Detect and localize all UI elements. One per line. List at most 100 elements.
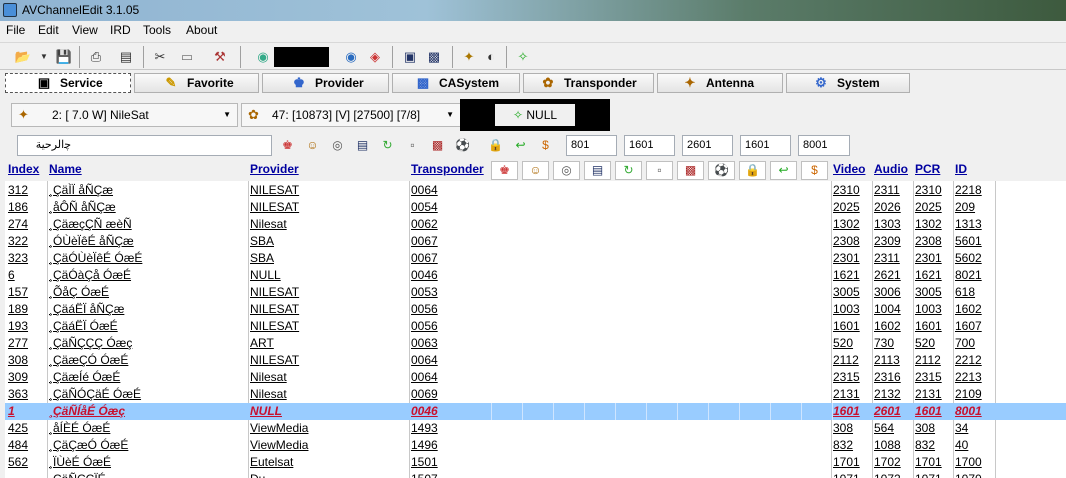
table-row[interactable]: 562 ¸ÏÙèÉ ÓæÉ Eutelsat 1501 1701 1702 1701 170… xyxy=(5,454,1066,471)
table-row[interactable]: 277 ¸ÇäÑÇÇÇ Óæç ART 0063 520 730 520 700 xyxy=(5,335,1066,352)
menu-tools[interactable]: Tools xyxy=(143,23,171,37)
ball-icon[interactable]: ⚽ xyxy=(708,161,735,180)
audio-pid-input[interactable]: 1601 xyxy=(624,135,675,156)
screen-icon[interactable]: ▩ xyxy=(425,48,443,66)
col-name[interactable]: Name xyxy=(49,162,82,176)
print-icon[interactable]: ⎙ xyxy=(87,48,105,66)
cd-icon[interactable]: ◎ xyxy=(553,161,580,180)
menu-edit[interactable]: Edit xyxy=(38,23,59,37)
internet-icon[interactable]: ◉ xyxy=(342,48,360,66)
name-filter-input[interactable]: ﭼﺍﻟﺮﺣﻴﺔ ﺳﻮ ﺭ xyxy=(17,135,272,170)
print-setup-icon[interactable]: ▤ xyxy=(117,48,135,66)
refresh-icon[interactable]: ↻ xyxy=(379,137,396,154)
money-icon[interactable]: $ xyxy=(537,137,554,154)
chevron-down-icon: ▼ xyxy=(223,110,231,119)
table-row[interactable]: 323 ¸ÇäÓÙèÏêÉ ÓæÉ SBA 0067 2301 2311 2301 5602 xyxy=(5,250,1066,267)
table-row[interactable]: 425 ¸åÍÈÉ ÓæÉ ViewMedia 1493 308 564 308 34 xyxy=(5,420,1066,437)
save-icon[interactable]: 💾 xyxy=(55,48,73,66)
globe-icon[interactable]: ◉ xyxy=(254,48,272,66)
row-id: 2213 xyxy=(955,370,982,384)
lock-icon[interactable]: 🔒 xyxy=(739,161,766,180)
group-icon[interactable]: ♚ xyxy=(491,161,518,180)
row-provider: SBA xyxy=(250,234,275,248)
tab-antenna[interactable]: ✦ Antenna xyxy=(657,73,783,93)
col-audio[interactable]: Audio xyxy=(874,162,908,176)
monitor-icon[interactable]: ▣ xyxy=(401,48,419,66)
table-row[interactable]: 274 ¸ÇäæçÇÑ æèÑ Nilesat 0062 1302 1303 1302 13… xyxy=(5,216,1066,233)
pid4-input[interactable]: 1601 xyxy=(740,135,791,156)
satellite-select[interactable]: ✦ 2: [ 7.0 W] NileSat ▼ xyxy=(11,103,238,127)
return-icon[interactable]: ↩ xyxy=(512,137,529,154)
row-video: 308 xyxy=(833,421,854,435)
tab-casystem[interactable]: ▩ CASystem xyxy=(392,73,520,93)
tab-system[interactable]: ⚙ System xyxy=(786,73,910,93)
refresh-icon[interactable]: ↻ xyxy=(615,161,642,180)
col-id[interactable]: ID xyxy=(955,162,967,176)
tools-icon[interactable]: ⚒ xyxy=(211,48,229,66)
col-pcr[interactable]: PCR xyxy=(915,162,940,176)
tab-service[interactable]: ▣ Service xyxy=(5,73,131,93)
face-icon[interactable]: ☺ xyxy=(522,161,549,180)
tab-favorite[interactable]: ✎ Favorite xyxy=(134,73,259,93)
table-row[interactable]: ... ¸ÇäÑÇÇÏÉ Du 1507 1071 1072 1071 1070 xyxy=(5,471,1066,478)
group-icon[interactable]: ♚ xyxy=(279,137,296,154)
gift-icon[interactable]: ▩ xyxy=(677,161,704,180)
doc-icon[interactable]: ▫ xyxy=(404,137,421,154)
video-pid-input[interactable]: 801 xyxy=(566,135,617,156)
gift-icon[interactable]: ▩ xyxy=(429,137,446,154)
table-row[interactable]: 189 ¸ÇäáËÏ åÑÇæ NILESAT 0056 1003 1004 1003 16… xyxy=(5,301,1066,318)
table-row[interactable]: 193 ¸ÇäáËÏ ÓæÉ NILESAT 0056 1601 1602 1601 160… xyxy=(5,318,1066,335)
dropdown-arrow-icon[interactable]: ▼ xyxy=(35,48,53,66)
table-row[interactable]: 6 ¸ÇäÓàÇå ÓæÉ NULL 0046 1621 2621 1621 8021 xyxy=(5,267,1066,284)
row-pcr: 1071 xyxy=(915,472,942,478)
menu-ird[interactable]: IRD xyxy=(110,23,131,37)
face-icon[interactable]: ☺ xyxy=(304,137,321,154)
network-icon[interactable]: ◈ xyxy=(366,48,384,66)
open-icon[interactable]: 📂 xyxy=(14,48,32,66)
money-icon[interactable]: $ xyxy=(801,161,828,180)
transponder-select[interactable]: ✿ 47: [10873] [V] [27500] [7/8] ▼ xyxy=(241,103,461,127)
satellite-icon[interactable]: ✦ xyxy=(460,48,478,66)
return-icon[interactable]: ↩ xyxy=(770,161,797,180)
film-icon[interactable]: ▤ xyxy=(354,137,371,154)
table-row[interactable]: 309 ¸ÇäæÍé ÓæÉ Nilesat 0064 2315 2316 2315 221… xyxy=(5,369,1066,386)
tab-transponder[interactable]: ✿ Transponder xyxy=(523,73,654,93)
table-row[interactable]: 1 ¸ÇäÑÍåÉ Óæç NULL 0046 1601 2601 1601 8001 xyxy=(5,403,1066,420)
table-row[interactable]: 157 ¸ÕåÇ ÓæÉ NILESAT 0053 3005 3006 3005 618 xyxy=(5,284,1066,301)
row-provider: NILESAT xyxy=(250,353,300,367)
menu-file[interactable]: File xyxy=(6,23,25,37)
cd-icon[interactable]: ◎ xyxy=(329,137,346,154)
paste-icon[interactable]: ▭ xyxy=(178,48,196,66)
table-row[interactable]: 363 ¸ÇäÑÓÇäÉ ÓæÉ Nilesat 0069 2131 2132 2131 2… xyxy=(5,386,1066,403)
cut-icon[interactable]: ✂ xyxy=(151,48,169,66)
table-row[interactable]: 308 ¸ÇäæÇÓ ÓæÉ NILESAT 0064 2112 2113 2112 221… xyxy=(5,352,1066,369)
table-row[interactable]: 484 ¸ÇäÇæÓ ÓæÉ ViewMedia 1496 832 1088 832 40 xyxy=(5,437,1066,454)
col-provider[interactable]: Provider xyxy=(250,162,299,176)
row-id: 1602 xyxy=(955,302,982,316)
table-row[interactable]: 186 ¸åÔÑ åÑÇæ NILESAT 0054 2025 2026 2025 209 xyxy=(5,199,1066,216)
run-icon[interactable]: ✧ xyxy=(514,48,532,66)
selector-panel: ✦ 2: [ 7.0 W] NileSat ▼ ✿ 47: [10873] [V… xyxy=(5,97,1066,132)
null-button[interactable]: ✧ NULL xyxy=(495,104,575,126)
sid-input[interactable]: 8001 xyxy=(798,135,850,156)
table-row[interactable]: 312 ¸ÇäÌÏ åÑÇæ NILESAT 0064 2310 2311 2310 221… xyxy=(5,182,1066,199)
lock-icon[interactable]: 🔒 xyxy=(487,137,504,154)
row-transponder: 0053 xyxy=(411,285,438,299)
row-pcr: 308 xyxy=(915,421,936,435)
col-index[interactable]: Index xyxy=(8,162,39,176)
col-transponder[interactable]: Transponder xyxy=(411,162,484,176)
menu-about[interactable]: About xyxy=(186,23,217,37)
col-video[interactable]: Video xyxy=(833,162,865,176)
row-id: 700 xyxy=(955,336,976,350)
doc-icon[interactable]: ▫ xyxy=(646,161,673,180)
ball-icon[interactable]: ⚽ xyxy=(454,137,471,154)
menu-view[interactable]: View xyxy=(72,23,98,37)
dish-icon[interactable]: ◐ xyxy=(482,48,500,66)
table-row[interactable]: 322 ¸ÓÙèÏêÉ åÑÇæ SBA 0067 2308 2309 2308 5601 xyxy=(5,233,1066,250)
tab-provider[interactable]: ♚ Provider xyxy=(262,73,389,93)
film-icon[interactable]: ▤ xyxy=(584,161,611,180)
provider-select[interactable]: ✧ NULL xyxy=(460,99,610,131)
pcr-pid-input[interactable]: 2601 xyxy=(682,135,733,156)
transponder-icon: ✿ xyxy=(248,107,259,122)
row-provider: Nilesat xyxy=(250,370,287,384)
